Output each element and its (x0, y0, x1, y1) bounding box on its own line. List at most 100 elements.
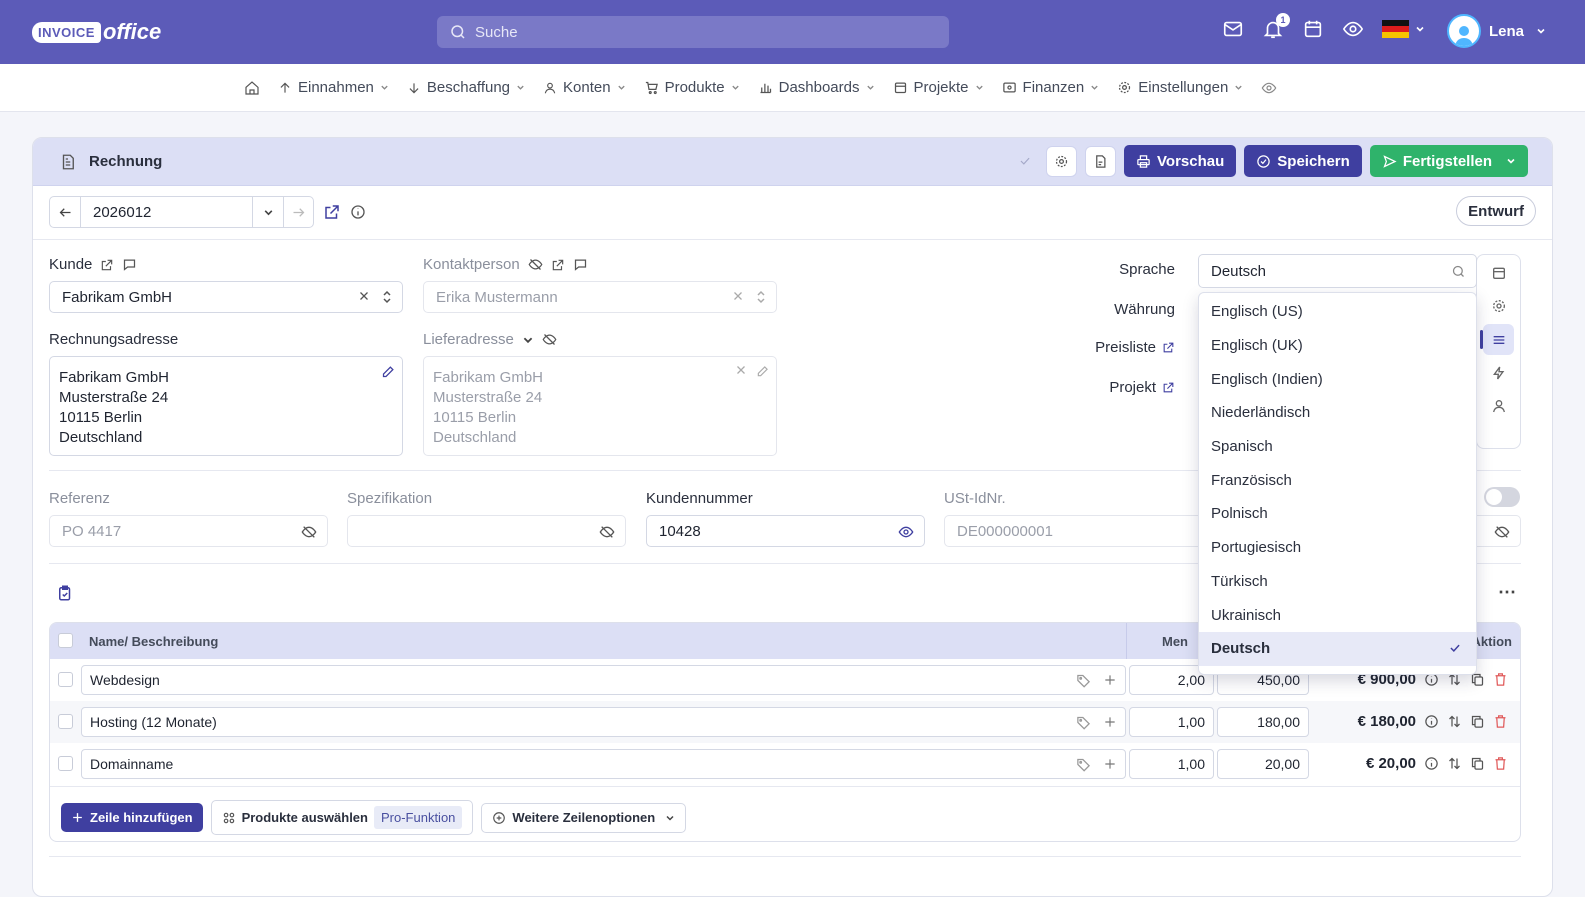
preview-button[interactable]: Vorschau (1124, 145, 1237, 177)
settings-button[interactable] (1046, 145, 1078, 177)
add-row-button[interactable]: Zeile hinzufügen (61, 803, 203, 832)
save-button[interactable]: Speichern (1244, 145, 1362, 177)
customer-select[interactable]: Fabrikam GmbH (49, 281, 403, 313)
gear-icon[interactable] (1491, 298, 1507, 314)
specification-field[interactable] (347, 515, 626, 547)
previous-doc-button[interactable] (50, 197, 80, 227)
plus-icon[interactable] (1103, 757, 1117, 771)
info-icon[interactable] (350, 204, 366, 220)
item-price-field[interactable]: 180,00 (1217, 707, 1309, 737)
tag-icon[interactable] (1076, 715, 1091, 730)
eye-off-icon[interactable] (1494, 524, 1510, 540)
edit-icon[interactable] (1162, 381, 1175, 394)
language-option[interactable]: Portugiesisch (1199, 531, 1476, 565)
info-icon[interactable] (1424, 756, 1439, 771)
document-number[interactable]: 2026012 (80, 197, 253, 227)
toggle-switch[interactable] (1484, 487, 1520, 507)
reference-field[interactable]: PO 4417 (49, 515, 328, 547)
language-option-selected[interactable]: Deutsch (1199, 631, 1476, 666)
bell-icon[interactable]: 1 (1262, 13, 1290, 40)
status-badge[interactable]: Entwurf (1456, 196, 1536, 226)
language-flag-selector[interactable] (1382, 20, 1425, 38)
nav-home[interactable] (244, 80, 260, 96)
row-checkbox[interactable] (58, 714, 73, 729)
clipboard-copy-icon[interactable] (56, 584, 74, 602)
eye-icon[interactable] (1342, 18, 1364, 40)
number-dropdown-button[interactable] (253, 197, 283, 227)
language-option[interactable]: Französisch (1199, 463, 1476, 497)
clear-icon[interactable] (358, 290, 370, 302)
reorder-icon[interactable] (1447, 714, 1462, 729)
edit-icon[interactable] (551, 258, 565, 272)
trash-icon[interactable] (1493, 756, 1508, 771)
copy-icon[interactable] (1470, 714, 1485, 729)
item-price-field[interactable]: 20,00 (1217, 749, 1309, 779)
language-option[interactable]: Spanisch (1199, 430, 1476, 464)
select-products-button[interactable]: Produkte auswählen Pro-Funktion (210, 800, 474, 835)
chevron-down-icon[interactable] (522, 334, 534, 346)
eye-off-icon[interactable] (599, 524, 615, 540)
item-quantity-field[interactable]: 1,00 (1129, 749, 1214, 779)
delivery-address[interactable]: Fabrikam GmbH Musterstraße 24 10115 Berl… (423, 356, 777, 456)
comment-icon[interactable] (573, 257, 588, 272)
clear-icon[interactable] (732, 290, 744, 302)
eye-off-icon[interactable] (542, 332, 557, 347)
more-options-icon[interactable]: ⋯ (1498, 582, 1516, 603)
finish-button[interactable]: Fertigstellen (1369, 145, 1528, 177)
comment-icon[interactable] (122, 257, 137, 272)
customer-number-field[interactable]: 10428 (646, 515, 925, 547)
calendar-icon[interactable] (1491, 265, 1507, 281)
nav-produkte[interactable]: Produkte (644, 79, 740, 96)
eye-off-icon[interactable] (301, 524, 317, 540)
language-option[interactable]: Türkisch (1199, 565, 1476, 599)
item-name-field[interactable]: Hosting (12 Monate) (81, 707, 1126, 737)
item-name-field[interactable]: Webdesign (81, 665, 1126, 695)
plus-icon[interactable] (1103, 715, 1117, 729)
sliders-tab[interactable] (1480, 324, 1514, 355)
item-name-field[interactable]: Domainname (81, 749, 1126, 779)
eye-icon[interactable] (898, 524, 914, 540)
edit-icon[interactable] (381, 364, 396, 379)
copy-icon[interactable] (1470, 756, 1485, 771)
more-row-options-button[interactable]: Weitere Zeilenoptionen (481, 802, 687, 833)
language-option[interactable]: Ukrainisch (1199, 598, 1476, 632)
contact-select[interactable]: Erika Mustermann (423, 281, 777, 313)
eye-off-icon[interactable] (528, 257, 543, 272)
tag-icon[interactable] (1076, 757, 1091, 772)
person-icon[interactable] (1491, 398, 1507, 414)
calendar-icon[interactable] (1302, 18, 1324, 40)
mail-icon[interactable] (1222, 18, 1244, 40)
app-logo[interactable]: INVOICE office (32, 14, 161, 50)
pdf-button[interactable] (1085, 145, 1117, 177)
nav-beschaffung[interactable]: Beschaffung (407, 79, 525, 96)
item-quantity-field[interactable]: 1,00 (1129, 707, 1214, 737)
user-menu[interactable]: Lena (1447, 14, 1546, 48)
language-select[interactable]: Deutsch (1198, 254, 1477, 288)
edit-icon[interactable] (100, 258, 114, 272)
tag-icon[interactable] (1076, 673, 1091, 688)
document-number-field[interactable]: 2026012 (49, 196, 314, 228)
language-option[interactable]: Englisch (Indien) (1199, 362, 1476, 396)
nav-konten[interactable]: Konten (543, 79, 626, 96)
reorder-icon[interactable] (1447, 756, 1462, 771)
trash-icon[interactable] (1493, 714, 1508, 729)
lightning-icon[interactable] (1491, 365, 1507, 381)
row-checkbox[interactable] (58, 756, 73, 771)
nav-finanzen[interactable]: Finanzen (1002, 79, 1100, 96)
next-doc-button[interactable] (283, 197, 313, 227)
select-all-checkbox[interactable] (58, 633, 73, 648)
open-external-icon[interactable] (323, 203, 341, 221)
language-option[interactable]: Polnisch (1199, 497, 1476, 531)
info-icon[interactable] (1424, 714, 1439, 729)
language-option[interactable]: Englisch (UK) (1199, 329, 1476, 363)
plus-icon[interactable] (1103, 673, 1117, 687)
edit-icon[interactable] (1162, 341, 1175, 354)
search-input[interactable]: Suche (437, 16, 949, 48)
nav-projekte[interactable]: Projekte (893, 79, 984, 96)
nav-einstellungen[interactable]: Einstellungen (1117, 79, 1243, 96)
language-option[interactable]: Englisch (US) (1199, 295, 1476, 329)
nav-visibility[interactable] (1261, 80, 1277, 96)
nav-dashboards[interactable]: Dashboards (758, 79, 875, 96)
billing-address[interactable]: Fabrikam GmbH Musterstraße 24 10115 Berl… (49, 356, 403, 456)
language-option[interactable]: Niederländisch (1199, 396, 1476, 430)
